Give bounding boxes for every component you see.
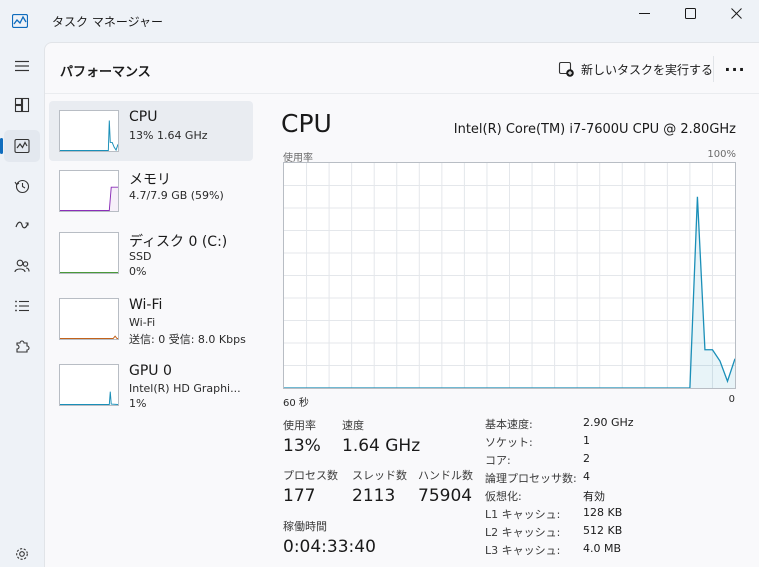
more-options-button[interactable]: ··· (722, 57, 748, 81)
resource-cpu[interactable]: CPU 13% 1.64 GHz (49, 101, 253, 161)
info-value: 2.90 GHz (583, 416, 634, 429)
wifi-thumbnail-line (60, 335, 118, 339)
processes-label: プロセス数 (283, 469, 338, 482)
resource-wifi[interactable]: Wi-Fi Wi-Fi 送信: 0 受信: 8.0 Kbps (49, 289, 253, 349)
users-icon (14, 259, 30, 273)
run-new-task-label: 新しいタスクを実行する (581, 62, 714, 77)
nav-item-processes[interactable] (4, 89, 40, 121)
info-label: 論理プロセッサ数: (485, 472, 577, 485)
hamburger-menu-button[interactable] (4, 50, 40, 82)
info-label: 仮想化: (485, 490, 522, 503)
info-value: 128 KB (583, 506, 623, 519)
memory-thumbnail-graph (59, 170, 119, 212)
cpu-usage-graph (283, 162, 736, 389)
usage-label: 使用率 (283, 419, 316, 432)
nav-item-users[interactable] (4, 250, 40, 282)
graph-y-max-label: 100% (707, 149, 736, 160)
gpu-thumbnail-graph (59, 364, 119, 406)
resource-detail: 13% 1.64 GHz (129, 129, 208, 142)
resource-disk[interactable]: ディスク 0 (C:) SSD 0% (49, 223, 253, 283)
nav-item-details[interactable] (4, 290, 40, 322)
nav-item-app-history[interactable] (4, 170, 40, 202)
info-value: 4.0 MB (583, 542, 622, 555)
resource-detail: 1% (129, 397, 147, 410)
history-icon (14, 179, 30, 194)
graph-x-start-label: 60 秒 (283, 398, 309, 409)
info-value: 1 (583, 434, 590, 447)
memory-thumbnail-line (60, 186, 118, 211)
processes-icon (14, 97, 30, 113)
info-label: L3 キャッシュ: (485, 544, 561, 557)
resource-name: GPU 0 (129, 363, 172, 379)
speed-value: 1.64 GHz (342, 436, 421, 456)
info-label: L2 キャッシュ: (485, 526, 561, 539)
handles-value: 75904 (418, 486, 473, 506)
details-list-icon (15, 300, 29, 312)
resource-detail: Intel(R) HD Graphi... (129, 382, 241, 395)
maximize-button[interactable] (667, 0, 713, 26)
uptime-value: 0:04:33:40 (283, 537, 376, 557)
resource-memory[interactable]: メモリ 4.7/7.9 GB (59%) (49, 161, 253, 221)
resource-detail: SSD (129, 250, 152, 263)
info-label: L1 キャッシュ: (485, 508, 561, 521)
minimize-icon (638, 12, 650, 14)
header-bottom-divider (45, 93, 759, 94)
info-label: コア: (485, 454, 511, 467)
header-divider (713, 56, 714, 82)
handles-label: ハンドル数 (418, 469, 473, 482)
threads-label: スレッド数 (352, 469, 407, 482)
resource-gpu[interactable]: GPU 0 Intel(R) HD Graphi... 1% (49, 355, 253, 415)
wifi-thumbnail-graph (59, 298, 119, 340)
task-manager-icon (11, 13, 29, 29)
resource-detail: 4.7/7.9 GB (59%) (129, 189, 224, 202)
detail-title: CPU (281, 109, 332, 138)
usage-value: 13% (283, 436, 321, 456)
threads-value: 2113 (352, 486, 396, 506)
minimize-button[interactable] (621, 0, 667, 26)
speed-label: 速度 (342, 419, 364, 432)
active-nav-indicator (0, 138, 3, 154)
info-label: 基本速度: (485, 418, 533, 431)
graph-x-end-label: 0 (728, 394, 735, 405)
uptime-label: 稼働時間 (283, 520, 327, 533)
info-value: 有効 (583, 490, 605, 503)
cpu-thumbnail-graph (59, 110, 119, 152)
processes-value: 177 (283, 486, 316, 506)
resource-detail: 0% (129, 265, 147, 278)
info-value: 4 (583, 470, 590, 483)
nav-item-services[interactable] (4, 330, 40, 362)
resource-detail: 送信: 0 受信: 8.0 Kbps (129, 333, 246, 346)
title-bar[interactable]: タスク マネージャー (0, 0, 759, 42)
resource-name: CPU (129, 109, 158, 125)
services-puzzle-icon (16, 340, 30, 353)
cpu-model-name: Intel(R) Core(TM) i7-7600U CPU @ 2.80GHz (453, 122, 736, 137)
info-label: ソケット: (485, 436, 533, 449)
cpu-usage-chart (284, 163, 735, 388)
gpu-thumbnail-line (60, 391, 118, 405)
nav-item-settings[interactable] (4, 538, 40, 567)
run-new-task-button[interactable]: 新しいタスクを実行する (558, 58, 713, 80)
resource-name: Wi-Fi (129, 297, 163, 313)
info-value: 512 KB (583, 524, 623, 537)
nav-item-performance[interactable] (4, 130, 40, 162)
info-value: 2 (583, 452, 590, 465)
resource-name: メモリ (129, 172, 171, 188)
main-panel: パフォーマンス 新しいタスクを実行する ··· CPU 13% 1.64 GHz… (44, 42, 759, 567)
maximize-icon (684, 7, 696, 19)
page-title: パフォーマンス (60, 65, 151, 80)
close-icon (730, 7, 742, 19)
navigation-rail (0, 42, 44, 567)
gear-icon (16, 548, 28, 560)
nav-item-startup[interactable] (4, 210, 40, 242)
performance-icon (14, 138, 30, 154)
cpu-thumbnail-line (60, 120, 118, 151)
hamburger-icon (15, 60, 29, 72)
resource-name: ディスク 0 (C:) (129, 234, 228, 250)
run-task-icon (558, 61, 574, 77)
startup-icon (15, 221, 29, 229)
window-title: タスク マネージャー (52, 15, 163, 29)
resource-detail: Wi-Fi (129, 316, 156, 329)
close-button[interactable] (713, 0, 759, 26)
disk-thumbnail-graph (59, 232, 119, 274)
